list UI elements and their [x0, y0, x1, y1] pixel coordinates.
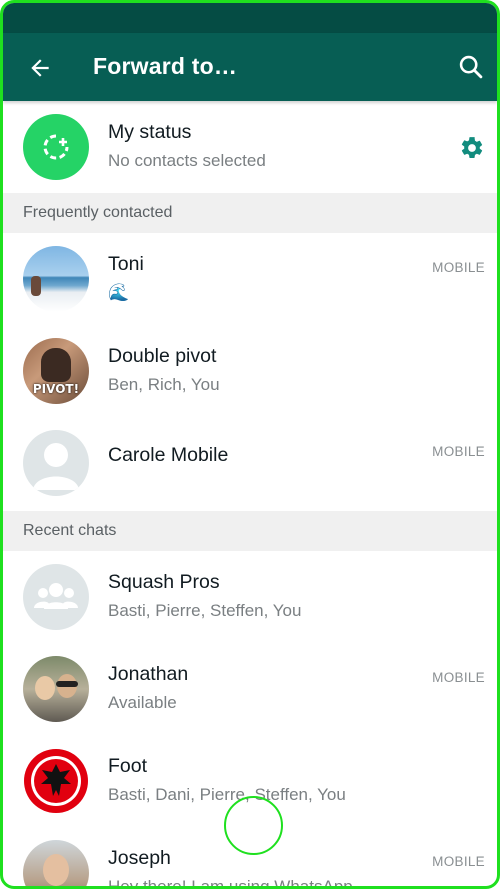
back-arrow-icon[interactable]: [27, 55, 53, 81]
contact-row-jonathan[interactable]: Jonathan Available MOBILE: [3, 643, 497, 735]
contact-subtitle: Ben, Rich, You: [108, 375, 220, 394]
contact-name: Joseph: [108, 847, 171, 869]
avatar-caption: PIVOT!: [32, 382, 80, 396]
status-name: My status: [108, 121, 192, 143]
contact-subtitle: Hey there! I am using WhatsApp.: [108, 877, 358, 889]
phone-type-label: MOBILE: [432, 444, 485, 459]
touch-indicator: [224, 796, 283, 855]
page-title: Forward to…: [93, 53, 238, 79]
status-subtitle: No contacts selected: [108, 151, 266, 170]
section-recent-chats: Recent chats: [3, 511, 497, 551]
avatar: [23, 656, 89, 722]
status-bar: [3, 3, 497, 33]
contact-name: Jonathan: [108, 663, 189, 685]
contact-name: Foot: [108, 755, 148, 777]
contact-row-squash-pros[interactable]: Squash Pros Basti, Pierre, Steffen, You: [3, 551, 497, 643]
app-bar: Forward to…: [3, 33, 497, 101]
default-avatar-icon: [23, 430, 89, 496]
avatar: PIVOT!: [23, 338, 89, 404]
club-crest-icon: [23, 748, 89, 814]
avatar: [23, 840, 89, 886]
contact-name: Carole Mobile: [108, 444, 229, 466]
my-status-row[interactable]: My status No contacts selected: [3, 101, 497, 193]
contact-row-carole[interactable]: Carole Mobile MOBILE: [3, 417, 497, 509]
status-avatar: [23, 114, 89, 180]
contact-subtitle: Basti, Pierre, Steffen, You: [108, 601, 302, 620]
contact-name: Double pivot: [108, 345, 217, 367]
contact-subtitle: Basti, Dani, Pierre, Steffen, You: [108, 785, 346, 804]
section-frequently-contacted: Frequently contacted: [3, 193, 497, 233]
contact-name: Squash Pros: [108, 571, 220, 593]
contact-name: Toni: [108, 253, 144, 275]
phone-type-label: MOBILE: [432, 260, 485, 275]
contact-subtitle: Available: [108, 693, 177, 712]
avatar: [23, 246, 89, 312]
search-icon[interactable]: [457, 53, 485, 81]
phone-screen: Forward to… My status No contacts select…: [0, 0, 500, 889]
phone-type-label: MOBILE: [432, 670, 485, 685]
add-status-icon: [43, 134, 69, 160]
gear-icon[interactable]: [459, 135, 485, 161]
phone-type-label: MOBILE: [432, 854, 485, 869]
group-avatar-icon: [23, 564, 89, 630]
contact-subtitle: 🌊: [108, 283, 130, 302]
contact-row-double-pivot[interactable]: PIVOT! Double pivot Ben, Rich, You: [3, 325, 497, 417]
contact-row-toni[interactable]: Toni 🌊 MOBILE: [3, 233, 497, 325]
